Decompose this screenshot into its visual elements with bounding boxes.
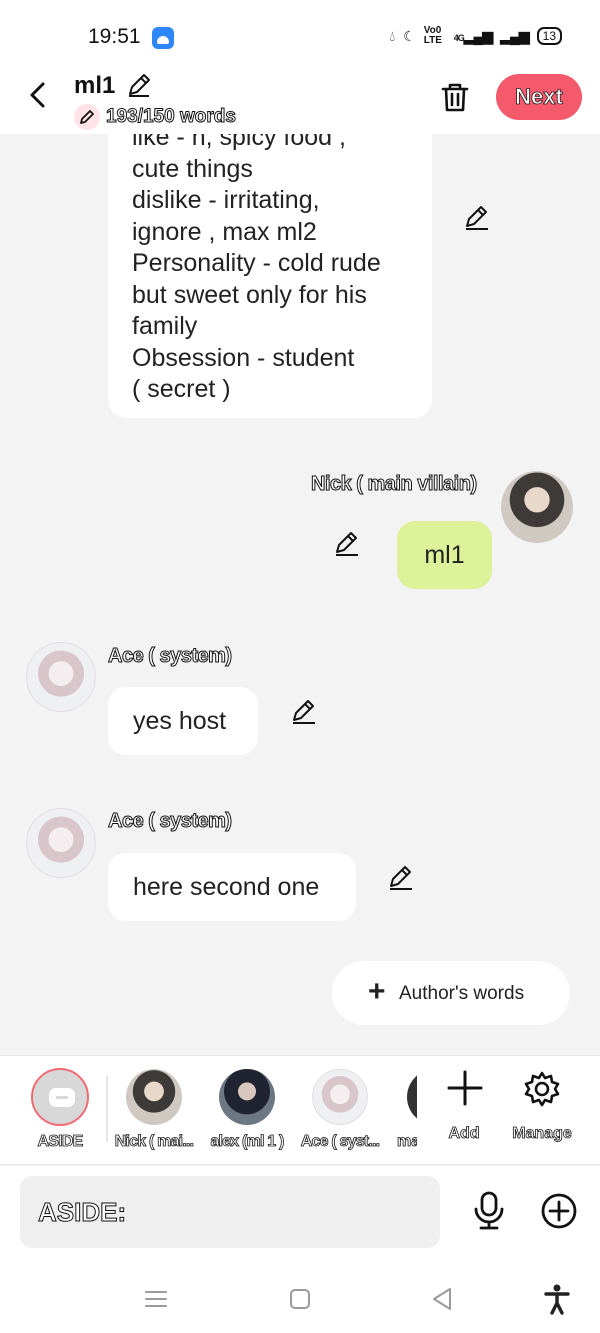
character-bio-bubble[interactable]: like - h, spicy food , cute things disli… — [108, 134, 432, 418]
avatar-ace — [312, 1069, 368, 1125]
bio-line: Obsession - student — [132, 343, 355, 372]
next-button[interactable]: Next — [496, 74, 582, 120]
aside-avatar — [31, 1068, 89, 1126]
manage-characters-button[interactable]: Manage — [507, 1056, 577, 1166]
word-count: 193/150 words — [106, 106, 237, 128]
sender-name-ace: Ace ( system) — [108, 645, 233, 668]
edit-message-icon[interactable] — [333, 530, 361, 558]
plus-icon — [447, 1070, 483, 1106]
battery-icon: 13 — [536, 27, 562, 45]
authors-words-label: Author's words — [399, 983, 525, 1004]
manage-label: Manage — [512, 1125, 572, 1143]
accessibility-icon[interactable] — [541, 1283, 573, 1315]
bio-line: Personality - cold rude — [132, 249, 381, 277]
composer: ASIDE: — [0, 1166, 600, 1263]
bio-line: dislike - irritating, — [132, 186, 320, 214]
edit-title-icon[interactable] — [126, 72, 152, 98]
sender-name-nick: Nick ( main villain) — [311, 473, 478, 496]
gear-icon — [524, 1071, 560, 1107]
character-label: Ace ( syst... — [300, 1133, 380, 1150]
trash-icon[interactable] — [440, 81, 470, 113]
avatar-ace[interactable] — [26, 642, 96, 712]
moon-icon: ☾ — [403, 27, 416, 44]
header: ml1 193/150 words Next — [0, 68, 600, 134]
chat-area[interactable]: like - h, spicy food , cute things disli… — [0, 134, 600, 1055]
status-time: 19:51 — [88, 25, 141, 48]
signal-4g-icon: 4G▂▄▆ — [453, 27, 493, 44]
message-bubble-nick[interactable]: ml1 — [397, 521, 492, 589]
menu-icon[interactable] — [140, 1283, 172, 1315]
character-label: ma — [397, 1133, 417, 1151]
character-nick[interactable]: Nick ( mai... — [109, 1056, 199, 1166]
home-icon[interactable] — [284, 1283, 316, 1315]
character-selector: ASIDE Nick ( mai... alex (ml 1 ) Ace ( s… — [0, 1055, 600, 1165]
message-bubble-ace[interactable]: here second one — [108, 853, 356, 921]
edit-message-icon[interactable] — [290, 698, 318, 726]
message-input[interactable]: ASIDE: — [20, 1176, 440, 1248]
authors-words-button[interactable]: + Author's words — [332, 961, 570, 1025]
add-attachment-icon[interactable] — [540, 1192, 578, 1230]
bio-line: but sweet only for his — [132, 280, 367, 309]
character-label: ASIDE — [37, 1133, 84, 1150]
pencil-icon — [74, 104, 100, 130]
system-nav-bar — [0, 1263, 600, 1333]
data-saver-icon: 💧︎ — [389, 27, 396, 44]
character-aside[interactable]: ASIDE — [15, 1056, 105, 1166]
avatar-nick[interactable] — [501, 471, 573, 543]
edit-message-icon[interactable] — [463, 204, 491, 232]
character-ace[interactable]: Ace ( syst... — [295, 1056, 385, 1166]
avatar-ace[interactable] — [26, 808, 96, 878]
chat-app-icon — [152, 27, 174, 49]
bio-line: cute things — [132, 154, 253, 183]
edit-message-icon[interactable] — [387, 864, 415, 892]
bio-line: ( secret ) — [132, 375, 231, 403]
character-label: Nick ( mai... — [114, 1133, 194, 1150]
bio-line: ignore , max ml2 — [132, 217, 317, 246]
page-title: ml1 — [74, 72, 116, 99]
status-bar: 19:51 💧︎ ☾ Vo0 LTE 4G▂▄▆ ▂▄▆ 13 — [0, 0, 600, 68]
character-label: alex (ml 1 ) — [210, 1133, 285, 1150]
back-nav-icon[interactable] — [426, 1283, 458, 1315]
avatar-partial — [407, 1069, 417, 1125]
signal-icon: ▂▄▆ — [500, 27, 529, 44]
aside-icon — [49, 1088, 75, 1107]
character-partial[interactable]: ma — [397, 1056, 417, 1166]
volte-label: Vo0 LTE — [423, 25, 442, 46]
microphone-icon[interactable] — [472, 1191, 506, 1231]
character-alex[interactable]: alex (ml 1 ) — [202, 1056, 292, 1166]
back-icon[interactable] — [24, 80, 54, 110]
bio-line: like - h, spicy food , — [132, 134, 346, 151]
avatar-alex — [219, 1069, 275, 1125]
avatar-nick — [126, 1069, 182, 1125]
message-bubble-ace[interactable]: yes host — [108, 687, 258, 755]
sender-name-ace: Ace ( system) — [108, 810, 233, 833]
status-icons: 💧︎ ☾ Vo0 LTE 4G▂▄▆ ▂▄▆ 13 — [390, 26, 562, 46]
plus-icon: + — [368, 975, 386, 1008]
divider — [106, 1076, 108, 1142]
add-label: Add — [448, 1125, 480, 1143]
add-character-button[interactable]: Add — [429, 1056, 499, 1166]
bio-line: family — [132, 312, 198, 340]
